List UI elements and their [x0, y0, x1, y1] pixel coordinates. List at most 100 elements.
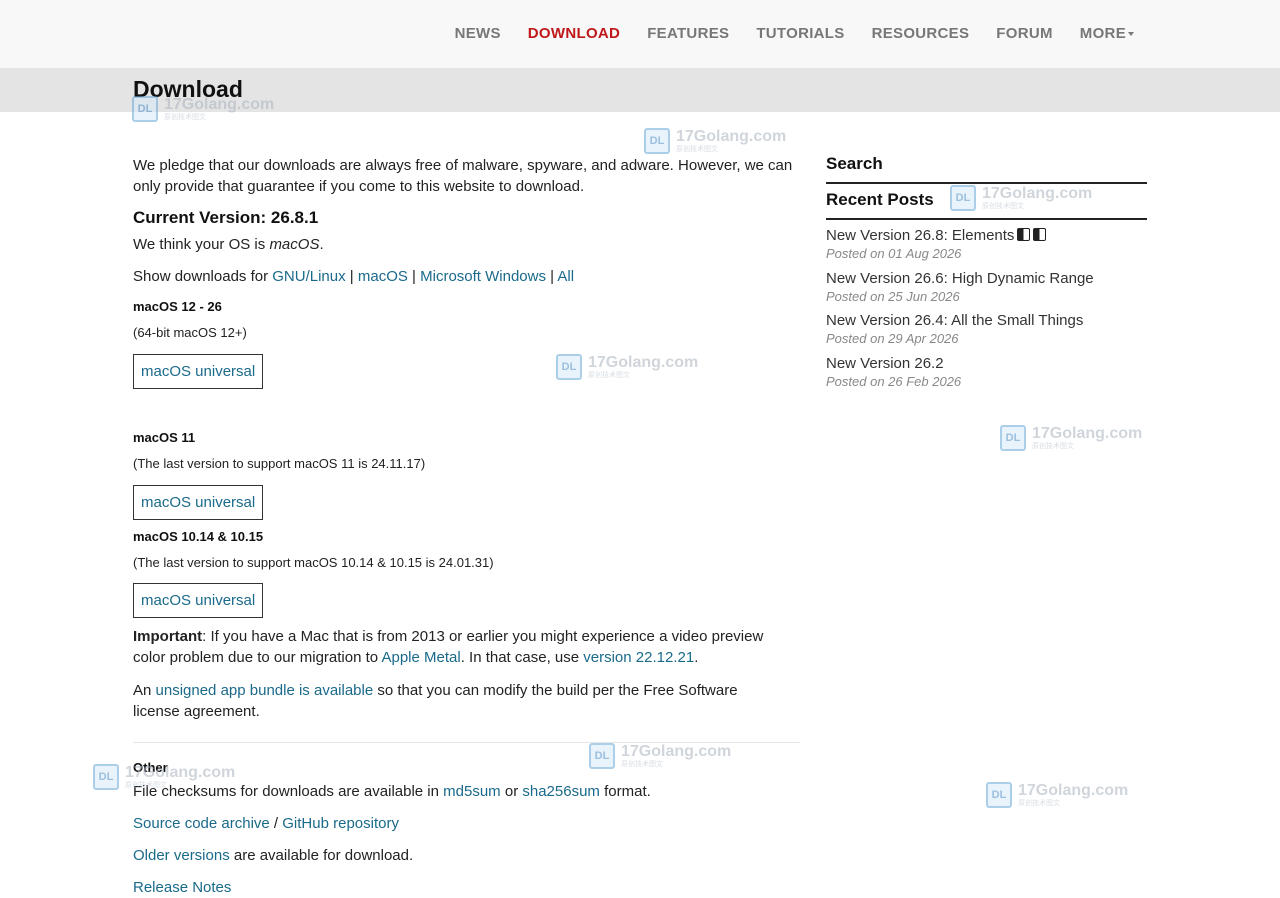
download-macos-universal-button[interactable]: macOS universal	[133, 583, 264, 618]
os-filter-all[interactable]: All	[557, 268, 574, 285]
watermark: DL 17Golang.com 原创技术图文	[589, 743, 731, 769]
watermark-text: 17Golang.com	[676, 127, 787, 145]
post-date: Posted on 29 Apr 2026	[826, 331, 959, 346]
watermark-text: 17Golang.com	[621, 742, 732, 760]
list-item: New Version 26.4: All the Small Things P…	[826, 311, 1083, 347]
watermark-sub: 原创技术图文	[1018, 799, 1060, 807]
caret-down-icon	[1128, 32, 1134, 37]
sha256sum-link[interactable]: sha256sum	[522, 783, 600, 800]
important-text: . In that case, use	[460, 649, 584, 666]
nav-features[interactable]: FEATURES	[647, 25, 729, 42]
post-title: New Version 26.8: Elements	[826, 227, 1015, 244]
post-date: Posted on 01 Aug 2026	[826, 246, 962, 261]
watermark-sub: 原创技术图文	[676, 145, 718, 153]
md5sum-link[interactable]: md5sum	[443, 783, 501, 800]
checksum-or: or	[500, 783, 523, 800]
contrast-icon	[1017, 228, 1031, 241]
watermark-sub: 原创技术图文	[1032, 442, 1074, 450]
os-suffix: .	[319, 236, 324, 253]
watermark-sub: 原创技术图文	[588, 371, 630, 379]
separator: |	[412, 268, 416, 285]
os-prefix: We think your OS is	[133, 236, 270, 253]
nav-more[interactable]: MORE	[1080, 25, 1134, 42]
section-heading: macOS 12 - 26	[133, 299, 222, 314]
os-detect-text: We think your OS is macOS.	[133, 234, 324, 255]
watermark-text: 17Golang.com	[1032, 424, 1143, 442]
watermark-text: 17Golang.com	[588, 353, 699, 371]
watermark-sub: 原创技术图文	[982, 202, 1024, 210]
watermark: DL 17Golang.com 原创技术图文	[1000, 425, 1142, 451]
separator: |	[349, 268, 354, 285]
watermark: DL 17Golang.com 原创技术图文	[950, 185, 1092, 211]
nav-resources[interactable]: RESOURCES	[872, 25, 970, 42]
list-item: New Version 26.6: High Dynamic Range Pos…	[826, 269, 1094, 305]
os-filter-windows[interactable]: Microsoft Windows	[420, 268, 546, 285]
post-date: Posted on 26 Feb 2026	[826, 374, 962, 389]
watermark: DL 17Golang.com 原创技术图文	[132, 96, 274, 122]
nav-download[interactable]: DOWNLOAD	[528, 25, 620, 42]
list-item: New Version 26.8: Elements Posted on 01 …	[826, 226, 1047, 262]
watermark: DL 17Golang.com 原创技术图文	[644, 128, 786, 154]
download-macos-universal-button[interactable]: macOS universal	[133, 485, 264, 520]
post-link[interactable]: New Version 26.8: Elements	[826, 226, 1047, 245]
watermark-sub: 原创技术图文	[125, 781, 167, 789]
apple-metal-link[interactable]: Apple Metal	[381, 649, 460, 666]
watermark: DL 17Golang.com 原创技术图文	[556, 354, 698, 380]
release-notes-link[interactable]: Release Notes	[133, 879, 231, 896]
section-heading: macOS 10.14 & 10.15	[133, 529, 264, 544]
watermark-text: 17Golang.com	[1018, 781, 1129, 799]
post-link[interactable]: New Version 26.4: All the Small Things	[826, 311, 1083, 330]
list-item: New Version 26.2 Posted on 26 Feb 2026	[826, 354, 961, 390]
divider	[826, 218, 1147, 220]
checksum-suffix: format.	[599, 783, 651, 800]
important-text: .	[694, 649, 699, 666]
nav-more-label: MORE	[1079, 25, 1126, 42]
source-links: Source code archive / GitHub repository	[133, 813, 399, 834]
important-label: Important	[133, 628, 203, 645]
section-note: (64-bit macOS 12+)	[133, 325, 247, 340]
watermark-text: 17Golang.com	[125, 763, 236, 781]
nav-tutorials[interactable]: TUTORIALS	[756, 25, 844, 42]
source-archive-link[interactable]: Source code archive	[133, 815, 270, 832]
unsigned-bundle-link[interactable]: unsigned app bundle is available	[156, 682, 374, 699]
older-suffix: are available for download.	[229, 847, 414, 864]
dl-logo-icon: DL	[589, 743, 615, 769]
watermark-sub: 原创技术图文	[164, 113, 206, 121]
unsigned-bundle-note: An unsigned app bundle is available so t…	[133, 680, 783, 722]
recent-posts-heading: Recent Posts	[826, 190, 934, 209]
show-prefix: Show downloads for	[133, 268, 273, 285]
post-link[interactable]: New Version 26.6: High Dynamic Range	[826, 269, 1094, 288]
watermark-text: 17Golang.com	[982, 184, 1093, 202]
dl-logo-icon: DL	[132, 96, 158, 122]
os-filter-macos[interactable]: macOS	[358, 268, 408, 285]
dl-logo-icon: DL	[644, 128, 670, 154]
contrast-icon	[1033, 228, 1047, 241]
download-macos-universal-button[interactable]: macOS universal	[133, 354, 264, 389]
dl-logo-icon: DL	[93, 764, 119, 790]
os-filter-linux[interactable]: GNU/Linux	[272, 268, 345, 285]
section-note: (The last version to support macOS 10.14…	[133, 555, 494, 570]
top-navbar: NEWS DOWNLOAD FEATURES TUTORIALS RESOURC…	[0, 0, 1280, 68]
separator: |	[550, 268, 555, 285]
section-note: (The last version to support macOS 11 is…	[133, 456, 426, 471]
watermark-sub: 原创技术图文	[621, 760, 663, 768]
important-note: Important: If you have a Mac that is fro…	[133, 626, 783, 668]
watermark-text: 17Golang.com	[164, 95, 275, 113]
release-notes-line: Release Notes	[133, 877, 231, 898]
github-repo-link[interactable]: GitHub repository	[282, 815, 399, 832]
current-version-heading: Current Version: 26.8.1	[133, 208, 319, 227]
nav-forum[interactable]: FORUM	[996, 25, 1053, 42]
pledge-text: We pledge that our downloads are always …	[133, 157, 793, 195]
dl-logo-icon: DL	[556, 354, 582, 380]
unsigned-prefix: An	[133, 682, 156, 699]
post-link[interactable]: New Version 26.2	[826, 354, 961, 373]
older-versions-link[interactable]: Older versions	[133, 847, 230, 864]
dl-logo-icon: DL	[986, 782, 1012, 808]
search-heading[interactable]: Search	[826, 154, 883, 174]
dl-logo-icon: DL	[950, 185, 976, 211]
version-22-link[interactable]: version 22.12.21	[583, 649, 694, 666]
post-date: Posted on 25 Jun 2026	[826, 289, 960, 304]
slash: /	[269, 815, 283, 832]
watermark: DL 17Golang.com 原创技术图文	[986, 782, 1128, 808]
nav-news[interactable]: NEWS	[455, 25, 501, 42]
